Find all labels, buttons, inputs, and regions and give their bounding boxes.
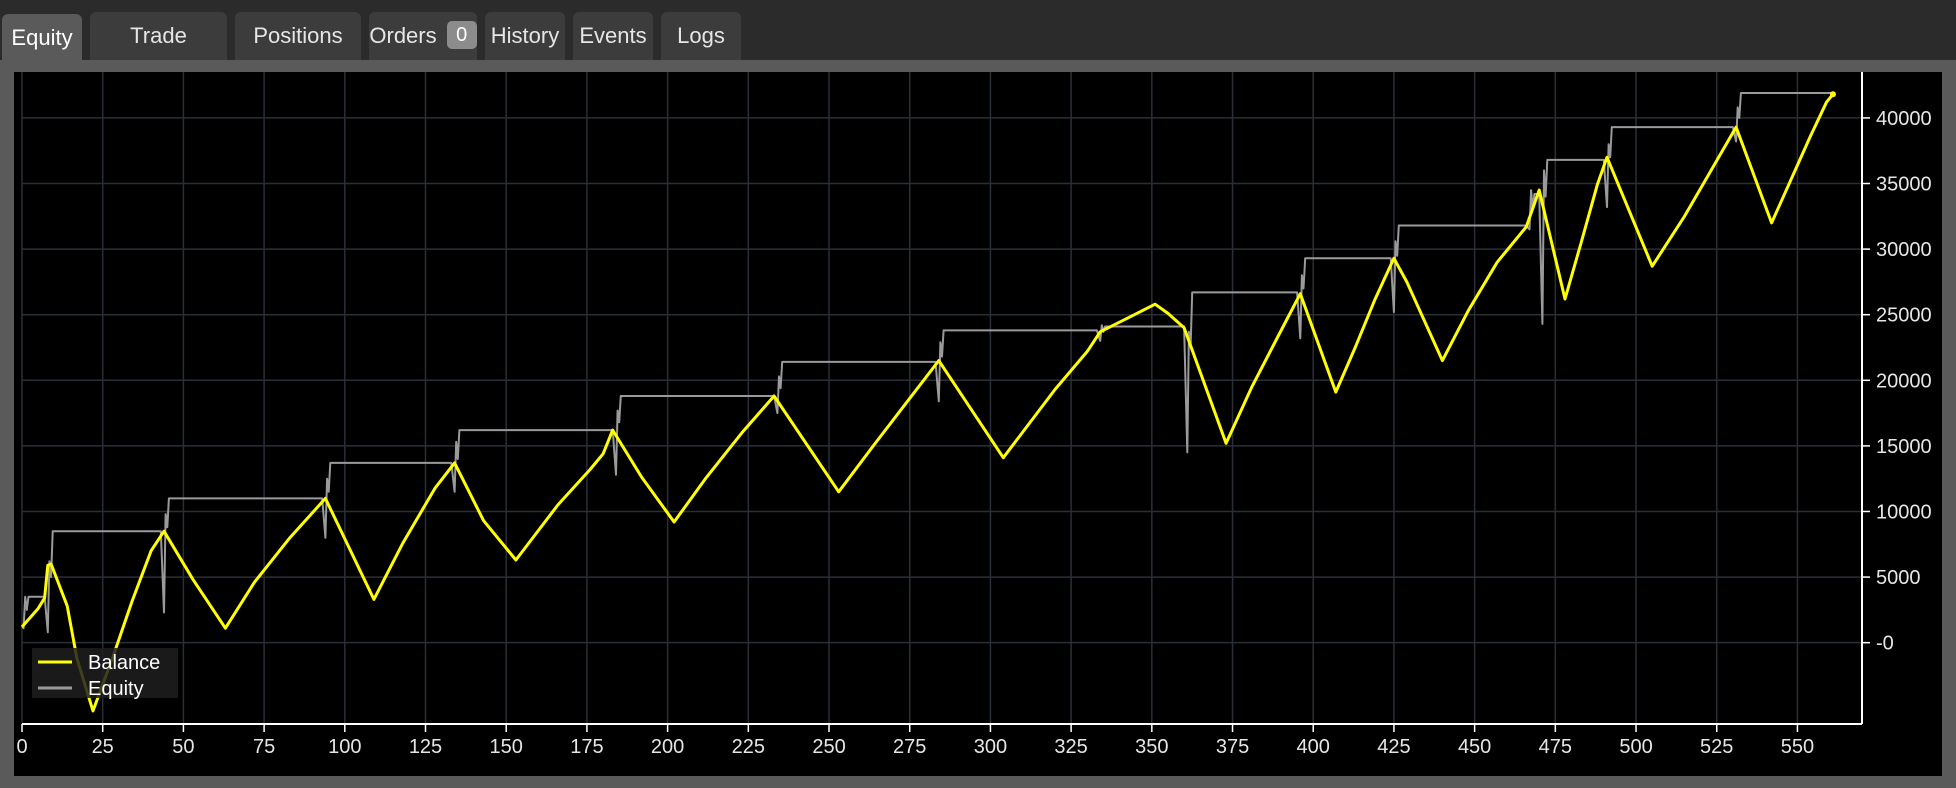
x-tick-label: 425: [1377, 736, 1410, 758]
x-tick-label: 275: [893, 736, 926, 758]
tab-logs-label: Logs: [677, 23, 725, 48]
y-tick-label: 15000: [1876, 436, 1932, 458]
x-tick-label: 375: [1216, 736, 1249, 758]
y-tick-label: 40000: [1876, 108, 1932, 130]
x-tick-label: 525: [1700, 736, 1733, 758]
y-tick-label: 30000: [1876, 239, 1932, 261]
y-tick-label: 25000: [1876, 305, 1932, 327]
y-tick-label: 10000: [1876, 501, 1932, 523]
x-tick-label: 300: [974, 736, 1007, 758]
x-tick-label: 200: [651, 736, 684, 758]
tab-logs[interactable]: Logs: [661, 12, 741, 60]
balance-last-point: [1829, 91, 1836, 98]
x-tick-label: 225: [732, 736, 765, 758]
x-tick-label: 150: [490, 736, 523, 758]
tab-events-label: Events: [579, 23, 647, 48]
x-tick-label: 325: [1054, 736, 1087, 758]
x-tick-label: 450: [1458, 736, 1491, 758]
tab-orders-label: Orders: [369, 23, 437, 48]
tab-trade-statistics[interactable]: Trade statistics: [90, 12, 227, 96]
tab-positions-label: Positions: [253, 23, 343, 48]
tab-events[interactable]: Events: [573, 12, 653, 60]
x-tick-label: 100: [328, 736, 361, 758]
equity-chart: 0 25 50 75 100 125 150 175 200 225 250 275 300 325 350…: [16, 72, 1932, 758]
x-tick-label: 175: [570, 736, 603, 758]
x-tick-label: 400: [1297, 736, 1330, 758]
x-tick-label: 25: [92, 736, 114, 758]
x-tick-label: 550: [1781, 736, 1814, 758]
legend-balance-label: Balance: [88, 652, 160, 674]
y-tick-label: 5000: [1876, 567, 1921, 589]
legend-equity-label: Equity: [88, 678, 144, 700]
x-tick-label: 500: [1619, 736, 1652, 758]
tab-history-label: History: [490, 23, 560, 48]
x-tick-label: 125: [409, 736, 442, 758]
x-tick-label: 350: [1135, 736, 1168, 758]
tab-bar: Equity Trade statistics Positions0 Order…: [0, 0, 1956, 98]
x-tick-label: 250: [812, 736, 845, 758]
y-tick-label: 20000: [1876, 370, 1932, 392]
x-tick-label: 50: [172, 736, 194, 758]
tab-positions[interactable]: Positions0: [235, 12, 361, 98]
tab-orders[interactable]: Orders 0: [369, 12, 477, 60]
y-tick-label: -0: [1876, 633, 1894, 655]
equity-chart-panel: 0 25 50 75 100 125 150 175 200 225 250 275 300 325 350…: [14, 72, 1942, 776]
x-tick-label: 75: [253, 736, 275, 758]
tab-history[interactable]: History: [485, 12, 565, 60]
x-tick-label: 475: [1539, 736, 1572, 758]
tab-equity[interactable]: Equity: [2, 14, 82, 62]
y-tick-label: 35000: [1876, 174, 1932, 196]
orders-count-badge: 0: [446, 21, 477, 50]
tab-equity-label: Equity: [11, 25, 73, 50]
balance-series-line: [20, 93, 1835, 713]
equity-series-line: [21, 92, 1833, 634]
x-tick-label: 0: [16, 736, 27, 758]
